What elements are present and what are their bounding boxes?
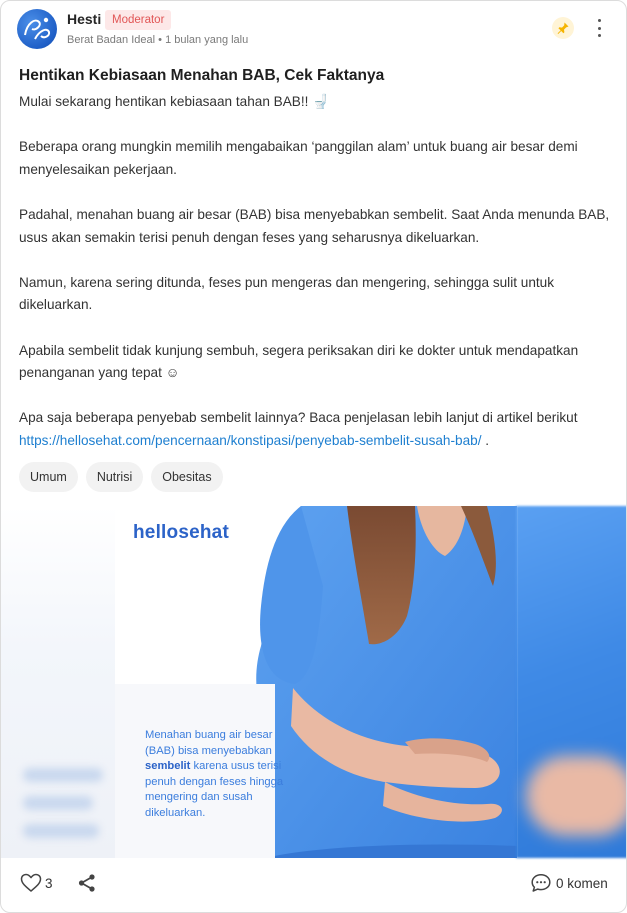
blurred-backdrop-right [516,506,626,858]
blurred-backdrop-left [1,506,115,858]
caption-bold: sembelit [145,760,191,773]
post-time: 1 bulan yang lalu [165,34,249,46]
comment-count[interactable]: 0 komen [556,876,608,891]
post-paragraph-1: Beberapa orang mungkin memilih mengabaik… [19,139,578,177]
tag-list: Umum Nutrisi Obesitas [19,462,223,492]
post-image[interactable]: hellosehat Menahan buang air besar (BAB)… [115,506,517,858]
closing-end: . [481,432,490,448]
post-paragraph-4: Apabila sembelit tidak kunjung sembuh, s… [19,342,579,381]
closing-text: Apa saja beberapa penyebab sembelit lain… [19,410,578,426]
group-name[interactable]: Berat Badan Ideal [67,34,155,46]
article-link[interactable]: https://hellosehat.com/pencernaan/konsti… [19,433,481,448]
post-header: Hesti Moderator Berat Badan Ideal • 1 bu… [17,9,610,53]
meta-separator: • [158,34,162,46]
post-meta: Berat Badan Ideal • 1 bulan yang lalu [67,34,248,46]
moderator-badge: Moderator [105,10,172,30]
image-caption: Menahan buang air besar (BAB) bisa menye… [145,728,305,822]
post-title: Hentikan Kebiasaan Menahan BAB, Cek Fakt… [19,67,385,84]
tag-nutrisi[interactable]: Nutrisi [85,462,144,492]
avatar[interactable] [17,9,57,49]
post-body: Mulai sekarang hentikan kebiasaan tahan … [19,91,615,453]
hellosehat-logo: hellosehat [133,522,229,543]
share-icon[interactable] [77,873,97,898]
post-footer: 3 0 komen [1,863,626,905]
post-media[interactable]: hellosehat Menahan buang air besar (BAB)… [1,506,626,858]
like-count: 3 [45,876,53,891]
post-intro: Mulai sekarang hentikan kebiasaan tahan … [19,94,330,109]
heart-icon[interactable] [20,873,42,898]
post-closing: Apa saja beberapa penyebab sembelit lain… [19,407,615,452]
comment-icon[interactable] [530,873,552,898]
caption-part-1: Menahan buang air besar (BAB) bisa menye… [145,729,273,757]
pin-icon [552,17,574,39]
tag-obesitas[interactable]: Obesitas [151,462,223,492]
post-card: Hesti Moderator Berat Badan Ideal • 1 bu… [0,0,627,913]
author-name[interactable]: Hesti [67,11,101,27]
post-paragraph-2: Padahal, menahan buang air besar (BAB) b… [19,206,610,245]
post-paragraph-3: Namun, karena sering ditunda, feses pun … [19,274,555,313]
tag-umum[interactable]: Umum [19,462,78,492]
more-options-icon[interactable] [596,19,602,37]
